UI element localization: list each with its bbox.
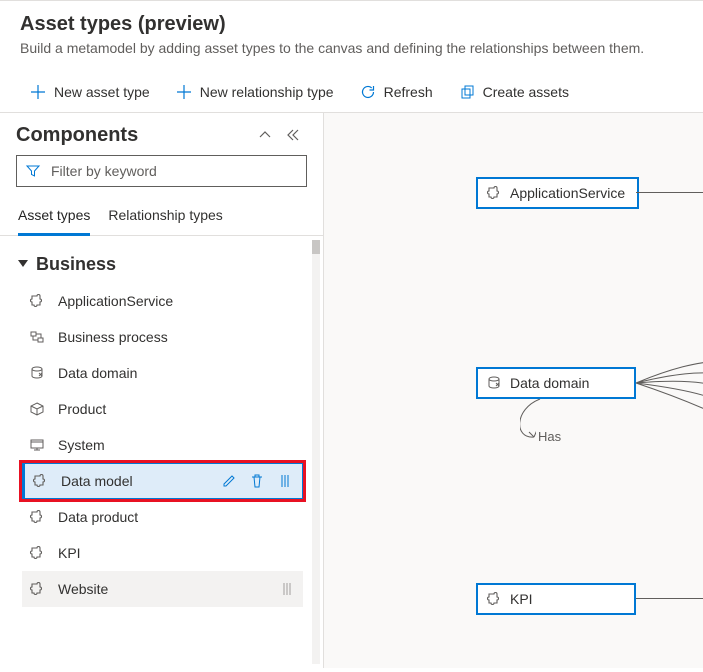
item-label: Data model [61, 473, 208, 489]
sidebar-scrollbar-thumb[interactable] [312, 240, 320, 254]
collapse-panel-button[interactable] [279, 123, 307, 147]
node-label: Data domain [510, 375, 589, 391]
drag-handle-icon[interactable] [276, 473, 294, 489]
node-kpi[interactable]: KPI [476, 583, 636, 615]
puzzle-icon [486, 185, 502, 201]
puzzle-icon [28, 545, 46, 561]
item-label: Data product [58, 509, 295, 525]
tab-asset-types[interactable]: Asset types [18, 199, 90, 236]
new-asset-type-label: New asset type [54, 84, 150, 100]
drag-handle-icon[interactable] [279, 581, 295, 597]
create-assets-button[interactable]: Create assets [449, 78, 579, 106]
domain-icon [28, 365, 46, 381]
new-relationship-type-button[interactable]: New relationship type [166, 78, 344, 106]
item-label: System [58, 437, 295, 453]
item-label: Business process [58, 329, 295, 345]
node-applicationservice[interactable]: ApplicationService [476, 177, 639, 209]
item-data-domain[interactable]: Data domain [22, 355, 303, 391]
item-label: Data domain [58, 365, 295, 381]
item-business-process[interactable]: Business process [22, 319, 303, 355]
canvas[interactable]: ApplicationService Data domain Has KPI [324, 113, 703, 668]
refresh-button[interactable]: Refresh [350, 78, 443, 106]
edge-fan [624, 353, 703, 423]
filter-input[interactable] [49, 162, 298, 180]
edge-label-has: Has [536, 429, 563, 444]
create-assets-icon [459, 84, 475, 100]
group-business-label: Business [36, 254, 116, 275]
item-label: Product [58, 401, 295, 417]
page-title: Asset types (preview) [20, 13, 683, 36]
node-label: KPI [510, 591, 533, 607]
edit-icon[interactable] [220, 473, 238, 489]
filter-icon [25, 163, 41, 179]
plus-icon [30, 84, 46, 100]
item-data-product[interactable]: Data product [22, 499, 303, 535]
sidebar-scrollbar[interactable] [312, 240, 320, 664]
new-relationship-type-label: New relationship type [200, 84, 334, 100]
puzzle-icon [28, 509, 46, 525]
node-label: ApplicationService [510, 185, 625, 201]
item-data-model[interactable]: Data model [22, 463, 303, 499]
item-website[interactable]: Website [22, 571, 303, 607]
item-product[interactable]: Product [22, 391, 303, 427]
item-applicationservice[interactable]: ApplicationService [22, 283, 303, 319]
item-kpi[interactable]: KPI [22, 535, 303, 571]
toolbar: New asset type New relationship type Ref… [0, 72, 703, 113]
edge [636, 192, 703, 193]
item-label: Website [58, 581, 267, 597]
puzzle-icon [28, 293, 46, 309]
domain-icon [486, 375, 502, 391]
delete-icon[interactable] [248, 473, 266, 489]
components-panel: Components Asset types Relationship type… [0, 113, 324, 668]
tab-relationship-types[interactable]: Relationship types [108, 199, 222, 235]
node-data-domain[interactable]: Data domain [476, 367, 636, 399]
item-label: ApplicationService [58, 293, 295, 309]
refresh-label: Refresh [384, 84, 433, 100]
puzzle-icon [486, 591, 502, 607]
cube-icon [28, 401, 46, 417]
refresh-icon [360, 84, 376, 100]
create-assets-label: Create assets [483, 84, 569, 100]
edge [636, 598, 703, 599]
filter-field[interactable] [16, 155, 307, 187]
group-business[interactable]: Business [18, 250, 303, 283]
collapse-up-button[interactable] [251, 123, 279, 147]
puzzle-icon [28, 581, 46, 597]
page-subtitle: Build a metamodel by adding asset types … [20, 40, 683, 56]
item-label: KPI [58, 545, 295, 561]
item-system[interactable]: System [22, 427, 303, 463]
plus-icon [176, 84, 192, 100]
system-icon [28, 437, 46, 453]
components-title: Components [16, 124, 251, 147]
puzzle-icon [31, 473, 49, 489]
caret-down-icon [18, 260, 28, 267]
process-icon [28, 329, 46, 345]
new-asset-type-button[interactable]: New asset type [20, 78, 160, 106]
